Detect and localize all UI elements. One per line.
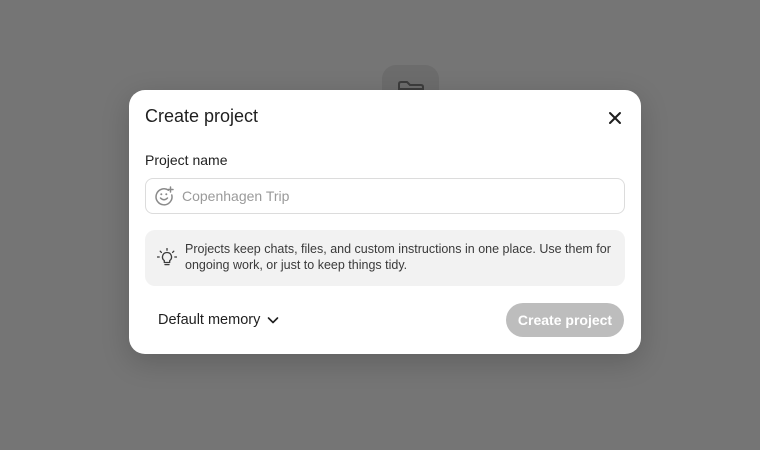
info-callout: Projects keep chats, files, and custom i… xyxy=(145,230,625,286)
emoji-add-icon xyxy=(155,186,174,206)
project-name-field[interactable] xyxy=(145,178,625,214)
dialog-title: Create project xyxy=(145,106,259,126)
project-name-input[interactable] xyxy=(182,181,612,211)
chevron-down-icon xyxy=(266,313,280,327)
project-name-label: Project name xyxy=(145,152,228,168)
close-icon xyxy=(609,112,621,124)
emoji-picker-button[interactable] xyxy=(154,186,174,206)
close-button[interactable] xyxy=(603,106,627,130)
memory-dropdown[interactable]: Default memory xyxy=(158,310,280,330)
lightbulb-icon xyxy=(157,248,177,266)
create-project-dialog: Create project Project name Copenhagen T… xyxy=(129,90,641,354)
create-project-button[interactable]: Create project xyxy=(506,303,624,337)
memory-dropdown-label: Default memory xyxy=(158,312,261,328)
info-text: Projects keep chats, files, and custom i… xyxy=(185,242,611,272)
